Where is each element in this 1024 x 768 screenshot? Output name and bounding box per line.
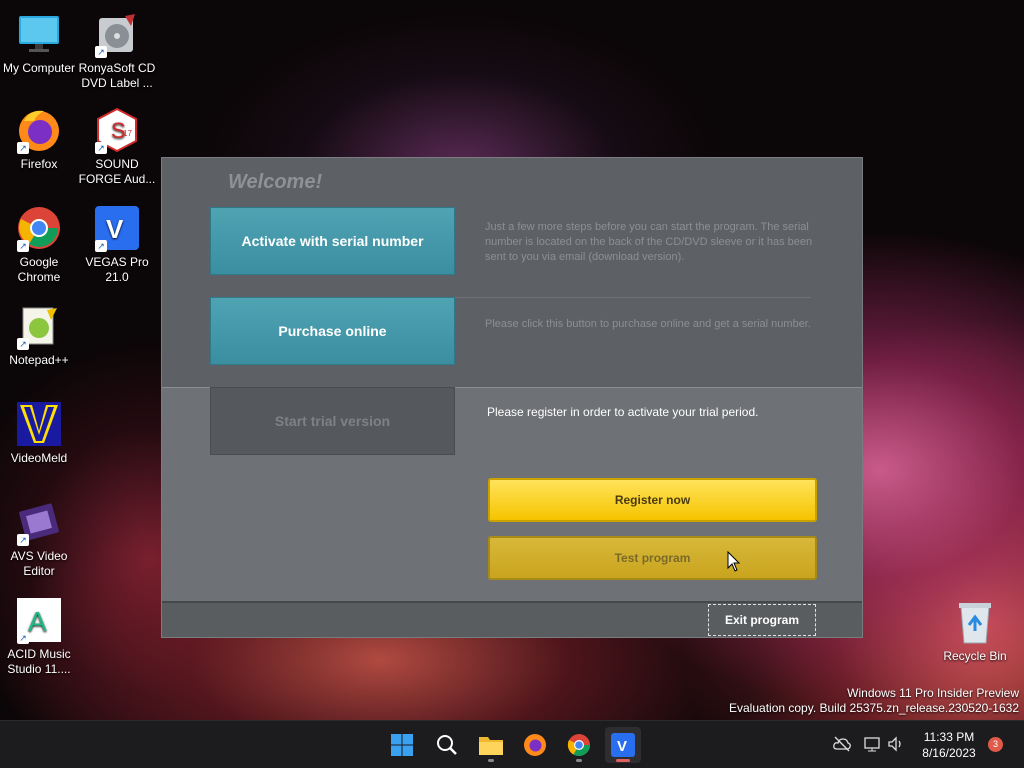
- exit-program-button[interactable]: Exit program: [708, 604, 816, 636]
- system-clock[interactable]: 11:33 PM 8/16/2023: [914, 729, 984, 761]
- firefox-icon: ↗: [15, 106, 63, 154]
- windows-logo-icon: [391, 734, 413, 756]
- windows-watermark: Windows 11 Pro Insider Preview Evaluatio…: [729, 686, 1019, 716]
- desktop-icon-chrome[interactable]: ↗ Google Chrome: [0, 204, 78, 285]
- svg-text:V: V: [106, 214, 124, 244]
- chrome-icon: [567, 734, 590, 756]
- activate-description: Just a few more steps before you can sta…: [485, 221, 813, 263]
- desktop-icon-videomeld[interactable]: VideoMeld: [0, 400, 78, 466]
- desktop-icon-sound-forge[interactable]: S 17 ↗ SOUND FORGE Aud...: [78, 106, 156, 187]
- shortcut-arrow-icon: ↗: [17, 632, 29, 644]
- sound-forge-icon: S 17 ↗: [93, 106, 141, 154]
- videomeld-icon: [15, 400, 63, 448]
- desktop-icon-label: My Computer: [2, 61, 76, 75]
- divider: [455, 297, 811, 298]
- purchase-description: Please click this button to purchase onl…: [485, 318, 811, 330]
- desktop-icon-label: ACID Music Studio 11....: [7, 647, 71, 676]
- dialog-title: Welcome!: [228, 171, 323, 193]
- shortcut-arrow-icon: ↗: [95, 142, 107, 154]
- desktop-icon-label: AVS Video Editor: [10, 549, 68, 578]
- mouse-cursor-icon: [727, 551, 741, 572]
- activate-serial-button[interactable]: Activate with serial number: [210, 207, 455, 275]
- shortcut-arrow-icon: ↗: [17, 338, 29, 350]
- shortcut-arrow-icon: ↗: [95, 46, 107, 58]
- acid-music-icon: A ↗: [15, 596, 63, 644]
- desktop-icon-label: VideoMeld: [10, 451, 68, 465]
- desktop-icon-notepad-plus-plus[interactable]: ↗ Notepad++: [0, 302, 78, 368]
- taskbar-vegas-pro[interactable]: V: [605, 727, 641, 763]
- vegas-pro-icon: V ↗: [93, 204, 141, 252]
- desktop-icon-my-computer[interactable]: My Computer: [0, 10, 78, 76]
- active-indicator: [616, 759, 630, 762]
- monitor-icon: [15, 10, 63, 58]
- cd-label-icon: ↗: [93, 10, 141, 58]
- running-indicator: [488, 759, 494, 762]
- taskbar-file-explorer[interactable]: [473, 727, 509, 763]
- recycle-bin-icon: [951, 598, 999, 646]
- desktop-icon-acid-music-studio[interactable]: A ↗ ACID Music Studio 11....: [0, 596, 78, 677]
- firefox-icon: [524, 734, 546, 756]
- desktop-icon-label: Notepad++: [9, 353, 69, 367]
- desktop-icon-label: Recycle Bin: [943, 649, 1007, 663]
- desktop-icon-label: RonyaSoft CD DVD Label ...: [78, 61, 156, 90]
- taskbar: V 11:33 PM 8/16/2023 3: [0, 720, 1024, 768]
- register-now-button[interactable]: Register now: [488, 478, 817, 522]
- shortcut-arrow-icon: ↗: [17, 534, 29, 546]
- desktop-icon-recycle-bin[interactable]: Recycle Bin: [936, 598, 1014, 664]
- purchase-online-button[interactable]: Purchase online: [210, 297, 455, 365]
- notification-badge[interactable]: 3: [988, 737, 1003, 752]
- clock-date: 8/16/2023: [922, 746, 976, 760]
- shortcut-arrow-icon: ↗: [17, 142, 29, 154]
- desktop-icon-label: VEGAS Pro 21.0: [85, 255, 149, 284]
- version-badge: 17: [123, 129, 132, 138]
- watermark-build: Evaluation copy. Build 25375.zn_release.…: [729, 701, 1019, 715]
- avs-film-icon: ↗: [15, 498, 63, 546]
- trial-notice: Please register in order to activate you…: [487, 405, 759, 419]
- shortcut-arrow-icon: ↗: [95, 240, 107, 252]
- notepad-plus-plus-icon: ↗: [15, 302, 63, 350]
- taskbar-chrome[interactable]: [561, 727, 597, 763]
- start-trial-button[interactable]: Start trial version: [210, 387, 455, 455]
- desktop-icon-avs-video-editor[interactable]: ↗ AVS Video Editor: [0, 498, 78, 579]
- desktop-icon-label: Firefox: [20, 157, 58, 171]
- desktop-icon-firefox[interactable]: ↗ Firefox: [0, 106, 78, 172]
- search-button[interactable]: [429, 727, 465, 763]
- running-indicator: [576, 759, 582, 762]
- network-icon[interactable]: [864, 736, 882, 752]
- desktop-icon-label: SOUND FORGE Aud...: [78, 157, 156, 186]
- registration-dialog: Welcome! Activate with serial number Jus…: [161, 157, 863, 638]
- chrome-icon: ↗: [15, 204, 63, 252]
- start-button[interactable]: [384, 727, 420, 763]
- svg-text:A: A: [28, 606, 47, 637]
- vegas-pro-icon: V: [611, 733, 635, 757]
- clock-time: 11:33 PM: [923, 730, 975, 744]
- onedrive-offline-icon[interactable]: [833, 736, 851, 752]
- desktop-icon-label: Google Chrome: [17, 255, 61, 284]
- shortcut-arrow-icon: ↗: [17, 240, 29, 252]
- watermark-edition: Windows 11 Pro Insider Preview: [847, 686, 1019, 700]
- svg-text:V: V: [617, 738, 627, 755]
- volume-icon[interactable]: [887, 736, 905, 752]
- desktop-icon-vegas-pro[interactable]: V ↗ VEGAS Pro 21.0: [78, 204, 156, 285]
- search-icon: [437, 735, 457, 755]
- taskbar-firefox[interactable]: [517, 727, 553, 763]
- test-program-button[interactable]: Test program: [488, 536, 817, 580]
- desktop-icon-ronyasoft[interactable]: ↗ RonyaSoft CD DVD Label ...: [78, 10, 156, 91]
- folder-icon: [479, 737, 503, 755]
